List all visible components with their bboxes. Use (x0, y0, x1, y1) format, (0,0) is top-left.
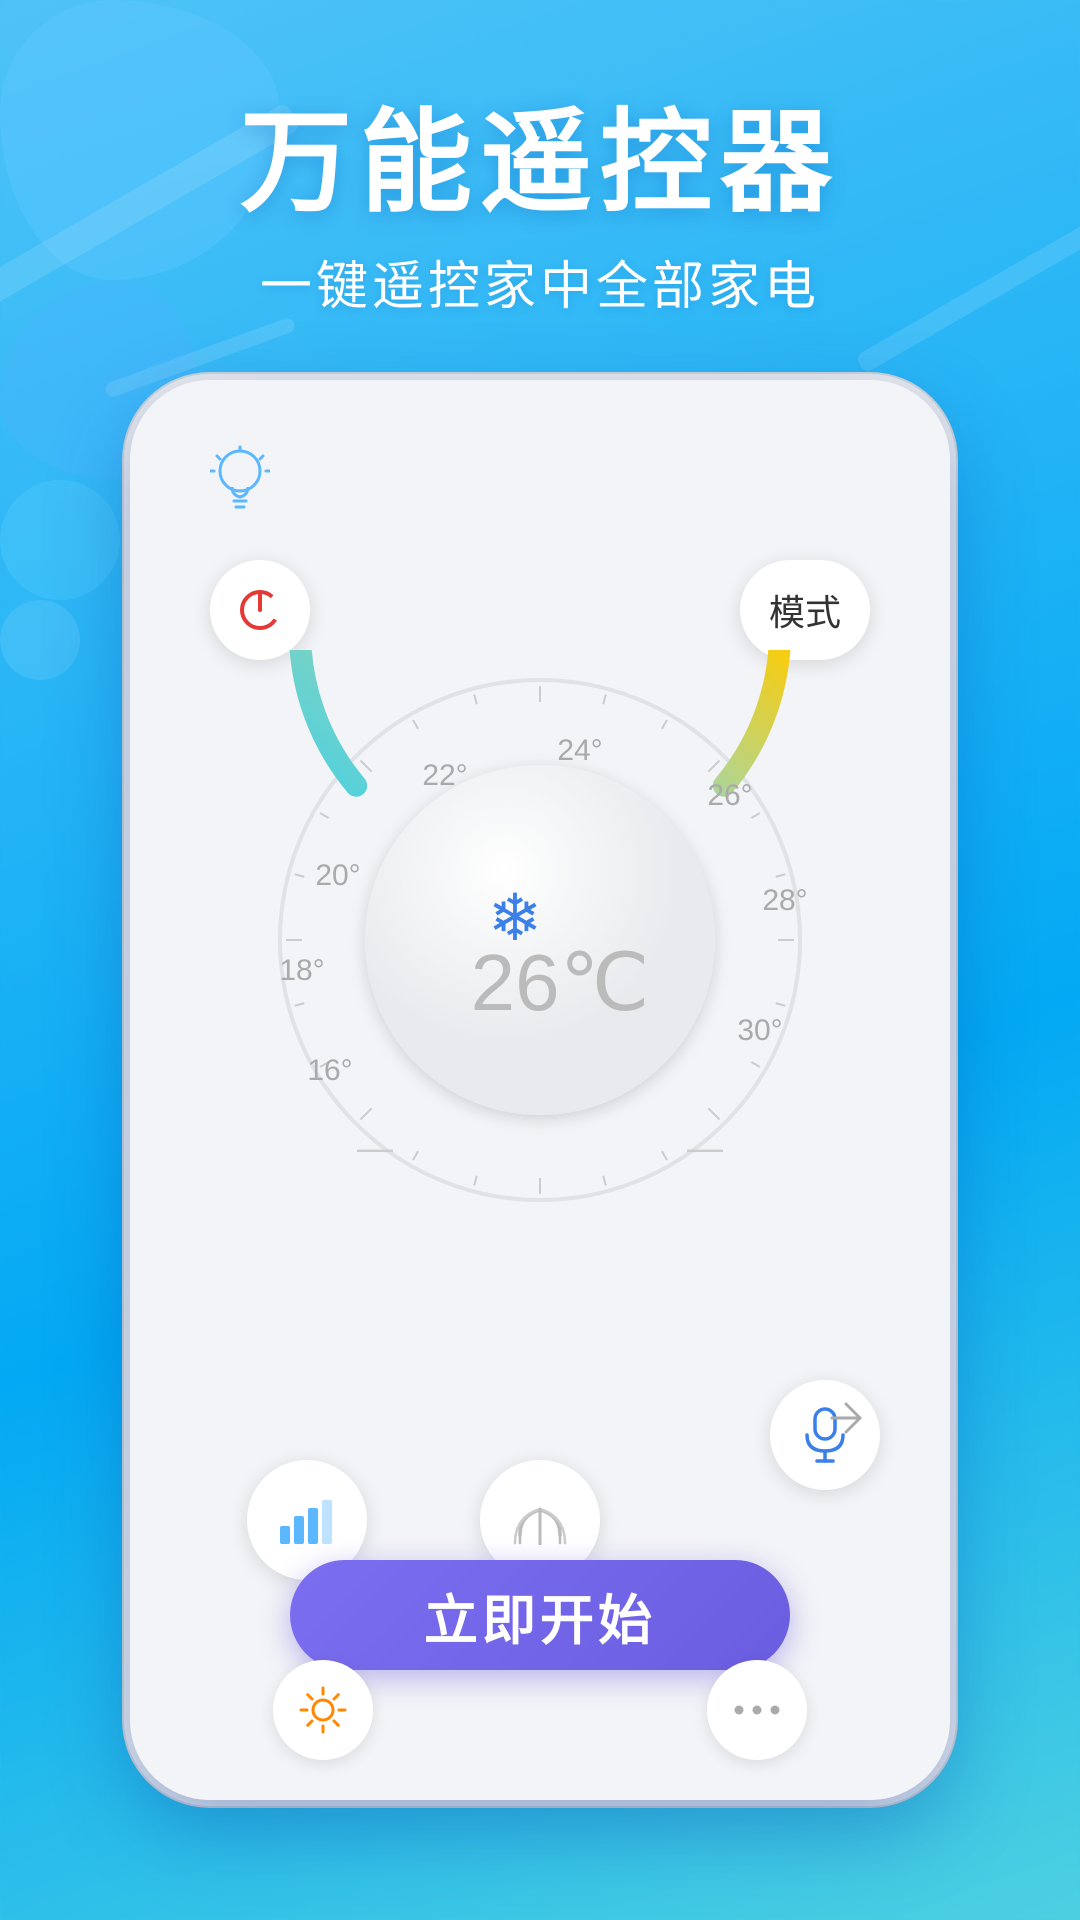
svg-text:26°: 26° (707, 779, 752, 812)
phone-mockup: 模式 (130, 380, 950, 1800)
svg-text:20°: 20° (315, 859, 360, 892)
mode-button[interactable]: 模式 (740, 560, 870, 660)
power-icon (235, 585, 285, 635)
svg-text:30°: 30° (737, 1014, 782, 1047)
dots-icon (731, 1700, 783, 1720)
svg-text:28°: 28° (762, 884, 807, 917)
sun-icon (297, 1684, 349, 1736)
phone-content: 模式 (130, 380, 950, 1800)
power-button[interactable] (210, 560, 310, 660)
dial-svg: 16° 18° 20° 22° 24° 26° 28° 30° — — (250, 650, 830, 1230)
bg-decoration-3 (0, 480, 120, 600)
temperature-dial[interactable]: 16° 18° 20° 22° 24° 26° 28° 30° — — (250, 650, 830, 1230)
more-button[interactable] (707, 1660, 807, 1760)
header-section: 万能遥控器 一键遥控家中全部家电 (0, 0, 1080, 420)
sun-button[interactable] (273, 1660, 373, 1760)
svg-text:24°: 24° (557, 734, 602, 767)
start-button[interactable]: 立即开始 (290, 1560, 790, 1670)
bottom-row (130, 1660, 950, 1760)
svg-text:—: — (687, 1127, 723, 1168)
mode-label: 模式 (769, 584, 841, 636)
svg-text:16°: 16° (307, 1054, 352, 1087)
svg-text:—: — (357, 1127, 393, 1168)
bulb-icon (210, 445, 270, 515)
wind-icon-area (824, 1396, 868, 1440)
bars-icon (278, 1496, 336, 1544)
fan-icon (510, 1495, 570, 1545)
svg-text:18°: 18° (279, 954, 324, 987)
main-title: 万能遥控器 (240, 101, 840, 224)
start-button-label: 立即开始 (424, 1576, 656, 1655)
bg-decoration-4 (0, 600, 80, 680)
wind-icon (824, 1396, 868, 1440)
sub-title: 一键遥控家中全部家电 (260, 244, 820, 319)
bulb-icon-button[interactable] (200, 440, 280, 520)
svg-text:26℃: 26℃ (471, 938, 650, 1027)
